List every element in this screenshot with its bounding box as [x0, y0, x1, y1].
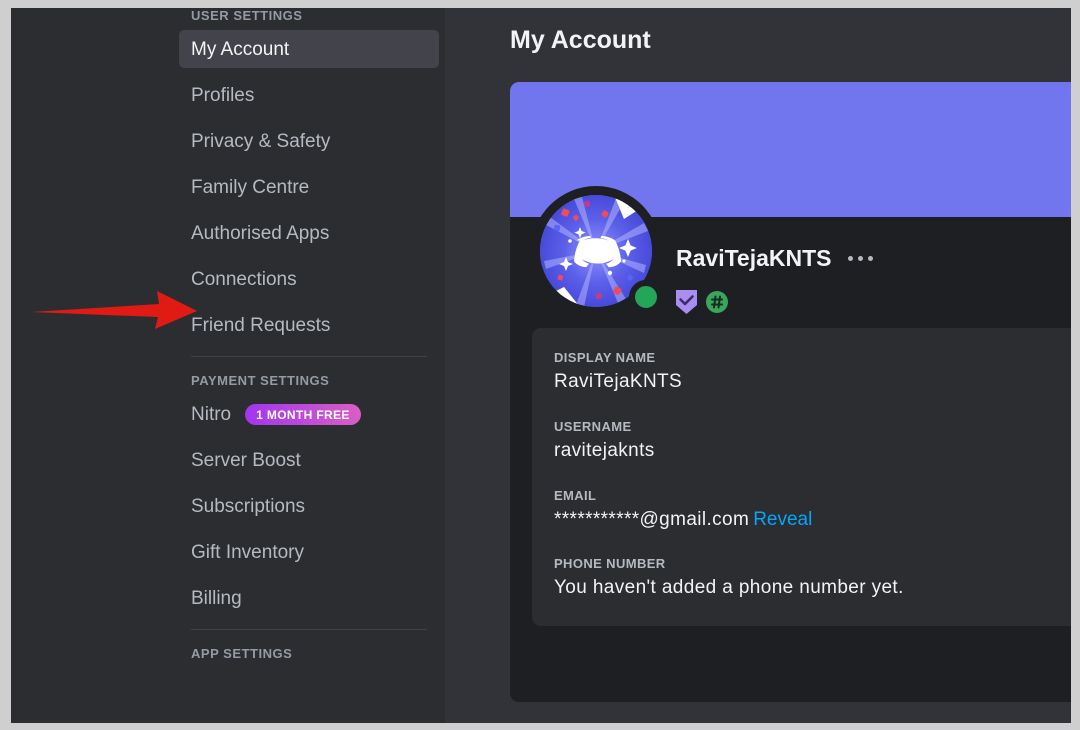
sidebar-item-my-account[interactable]: My Account: [179, 30, 439, 68]
sidebar-section-header-user-settings: USER SETTINGS: [191, 8, 303, 23]
sidebar-item-label: Privacy & Safety: [191, 130, 331, 152]
field-label: PHONE NUMBER: [554, 556, 666, 572]
field-value: ravitejaknts: [554, 439, 1066, 463]
field-email: EMAIL ***********@gmail.com Reveal: [554, 488, 1066, 532]
field-username: USERNAME ravitejaknts: [554, 419, 1066, 463]
page-title: My Account: [510, 26, 651, 54]
sidebar-item-label: Profiles: [191, 84, 255, 106]
sidebar-item-label: Friend Requests: [191, 314, 331, 336]
sidebar-item-privacy-safety[interactable]: Privacy & Safety: [179, 122, 439, 160]
field-value: ***********@gmail.com Reveal: [554, 508, 1066, 532]
sidebar-item-label: Nitro: [191, 403, 232, 425]
sidebar-item-label: Billing: [191, 587, 242, 609]
profile-card: RaviTejaKNTS DISPLAY NAME RaviTejaKNTS U…: [510, 82, 1071, 702]
nitro-promo-badge: 1 MONTH FREE: [245, 403, 361, 425]
sidebar-item-server-boost[interactable]: Server Boost: [179, 441, 439, 479]
field-label: EMAIL: [554, 487, 597, 503]
purple-shield-badge-icon[interactable]: [676, 290, 697, 314]
sidebar-item-family-centre[interactable]: Family Centre: [179, 168, 439, 206]
sidebar-item-billing[interactable]: Billing: [179, 579, 439, 617]
sidebar-item-profiles[interactable]: Profiles: [179, 76, 439, 114]
avatar[interactable]: [531, 186, 663, 316]
sidebar-item-label: Connections: [191, 268, 297, 290]
sidebar-item-label: Server Boost: [191, 449, 301, 471]
field-value: RaviTejaKNTS: [554, 370, 1066, 394]
sidebar-section-header-app-settings: APP SETTINGS: [191, 646, 293, 661]
field-label: DISPLAY NAME: [554, 350, 656, 365]
sidebar-item-authorised-apps[interactable]: Authorised Apps: [179, 214, 439, 252]
field-value-text: ravitejaknts: [554, 439, 655, 461]
sidebar-item-label: Gift Inventory: [191, 541, 304, 563]
settings-nav: USER SETTINGS My Account Profiles Privacy &…: [179, 8, 439, 668]
sidebar-item-connections[interactable]: Connections: [179, 260, 439, 298]
discord-settings-window: USER SETTINGS My Account Profiles Privacy &…: [11, 8, 1071, 723]
main-content: My Account RaviTejaKNTS DISPLAY NAME Rav…: [445, 8, 1071, 723]
sidebar-item-label: My Account: [191, 38, 290, 60]
sidebar-item-label: Subscriptions: [191, 495, 306, 517]
username-row: RaviTejaKNTS: [676, 245, 875, 272]
sidebar-item-friend-requests[interactable]: Friend Requests: [179, 306, 439, 344]
field-display-name: DISPLAY NAME RaviTejaKNTS: [554, 350, 1066, 394]
field-value-text: RaviTejaKNTS: [554, 371, 683, 392]
field-value-text: You haven't added a phone number yet.: [554, 577, 904, 599]
sidebar-item-subscriptions[interactable]: Subscriptions: [179, 487, 439, 525]
sidebar-section-header-payment-settings: PAYMENT SETTINGS: [191, 373, 330, 388]
sidebar-divider: [191, 356, 427, 357]
settings-sidebar: USER SETTINGS My Account Profiles Privacy &…: [11, 8, 445, 723]
account-details-panel: DISPLAY NAME RaviTejaKNTS USERNAME raviteja…: [532, 328, 1071, 626]
sidebar-item-label: Authorised Apps: [191, 222, 330, 244]
sidebar-item-nitro[interactable]: Nitro 1 MONTH FREE: [179, 395, 439, 433]
field-label: USERNAME: [554, 418, 632, 434]
profile-badges: [676, 290, 728, 314]
sidebar-divider: [191, 629, 427, 630]
more-options-icon[interactable]: [846, 250, 875, 267]
sidebar-item-gift-inventory[interactable]: Gift Inventory: [179, 533, 439, 571]
field-value: You haven't added a phone number yet.: [554, 576, 1066, 600]
reveal-email-link[interactable]: Reveal: [753, 509, 812, 530]
field-value-text: ***********@gmail.com: [554, 508, 750, 530]
status-indicator-online: [629, 280, 663, 314]
screenshot-frame: USER SETTINGS My Account Profiles Privacy &…: [0, 0, 1080, 730]
green-hash-badge-icon[interactable]: [706, 291, 728, 313]
sidebar-item-label: Family Centre: [191, 176, 310, 198]
profile-username: RaviTejaKNTS: [676, 245, 832, 271]
field-phone-number: PHONE NUMBER You haven't added a phone nu…: [554, 556, 1066, 600]
